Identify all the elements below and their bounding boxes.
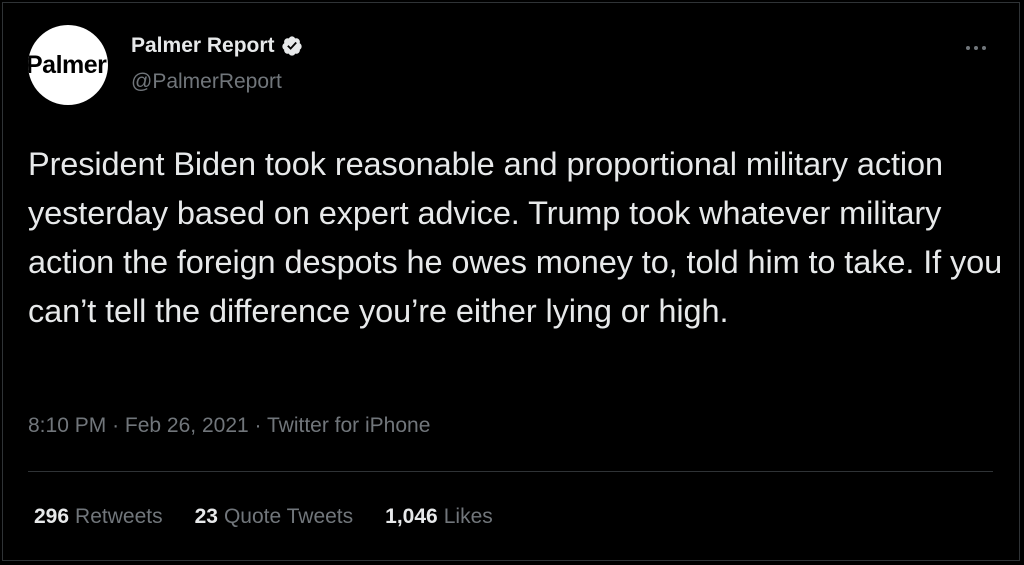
author-handle[interactable]: @PalmerReport	[131, 70, 282, 94]
likes-label: Likes	[443, 505, 493, 528]
tweet-source[interactable]: Twitter for iPhone	[267, 414, 430, 437]
tweet-time[interactable]: 8:10 PM	[28, 414, 106, 437]
divider	[28, 471, 993, 472]
retweets-count: 296	[34, 505, 70, 528]
retweets-stat[interactable]: 296 Retweets	[34, 505, 163, 529]
more-horizontal-icon[interactable]	[958, 40, 994, 56]
tweet-text: President Biden took reasonable and prop…	[28, 146, 1003, 329]
meta-separator: ·	[254, 414, 262, 437]
author-name-row: Palmer Report	[131, 34, 303, 58]
likes-stat[interactable]: 1,046 Likes	[385, 505, 493, 529]
retweets-label: Retweets	[75, 505, 163, 528]
avatar-logo-text: Palmer	[28, 50, 107, 79]
tweet-metadata: 8:10 PM · Feb 26, 2021 · Twitter for iPh…	[28, 414, 430, 438]
engagement-stats: 296 Retweets 23 Quote Tweets 1,046 Likes	[34, 505, 525, 529]
more-dot	[974, 46, 978, 50]
more-dot	[982, 46, 986, 50]
avatar[interactable]: Palmer	[28, 25, 108, 105]
tweet-date[interactable]: Feb 26, 2021	[125, 414, 249, 437]
verified-badge-icon	[281, 36, 302, 56]
meta-separator: ·	[112, 414, 120, 437]
author-display-name[interactable]: Palmer Report	[131, 34, 275, 58]
quote-tweets-label: Quote Tweets	[223, 505, 354, 528]
more-dot	[966, 46, 970, 50]
likes-count: 1,046	[385, 505, 438, 528]
quote-tweets-stat[interactable]: 23 Quote Tweets	[195, 505, 354, 529]
quote-tweets-count: 23	[194, 505, 218, 528]
